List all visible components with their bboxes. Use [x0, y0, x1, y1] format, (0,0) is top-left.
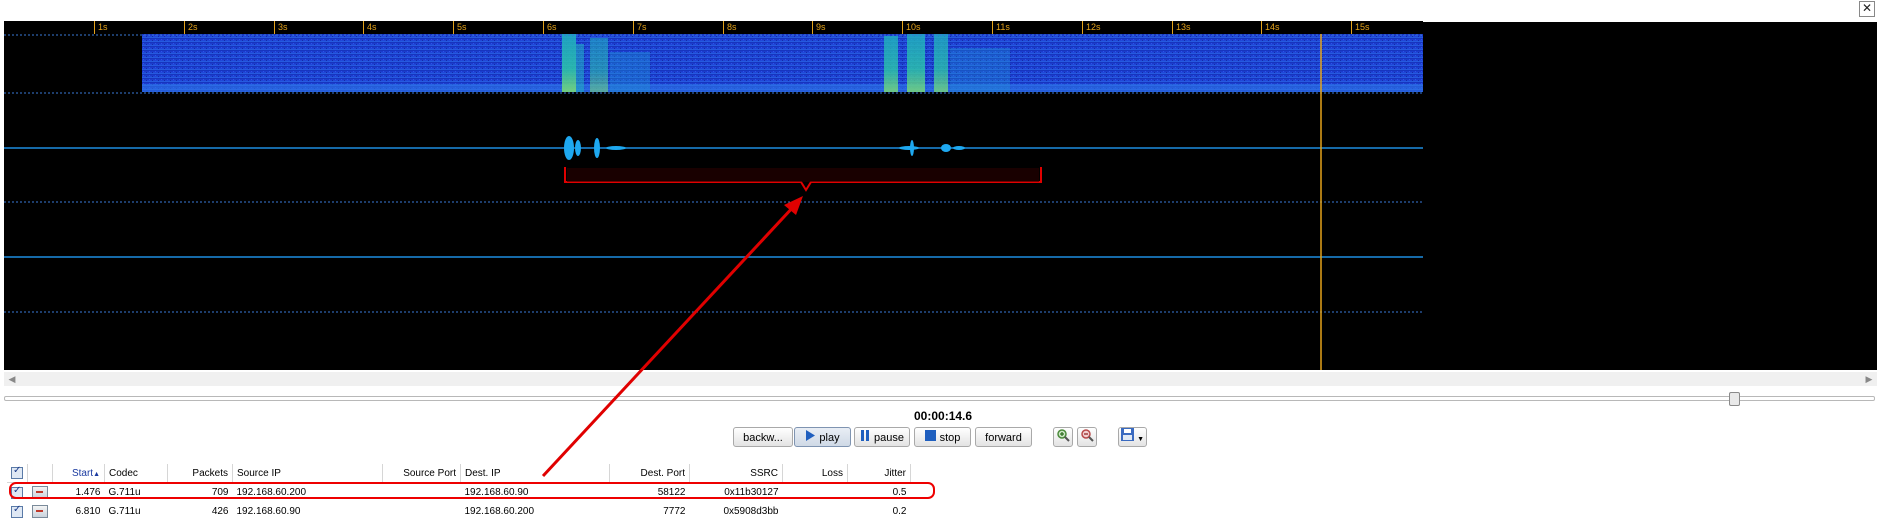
playback-time: 00:00:14.6: [914, 409, 973, 423]
column-header-packets[interactable]: Packets: [167, 464, 233, 483]
ruler-tick: 15s: [1351, 21, 1370, 34]
cell-dest-port: 7772: [663, 506, 686, 517]
column-header-jitter[interactable]: Jitter: [847, 464, 911, 483]
audio-file-icon: [28, 483, 53, 503]
zoom-out-icon: [1080, 429, 1094, 445]
ruler-tick: 7s: [633, 21, 647, 34]
ruler-tick: 14s: [1261, 21, 1280, 34]
position-slider[interactable]: [4, 392, 1875, 406]
stop-icon: [924, 428, 936, 448]
ruler-tick: 6s: [543, 21, 557, 34]
column-header-dest-ip[interactable]: Dest. IP: [460, 464, 610, 483]
ruler-tick: 12s: [1082, 21, 1101, 34]
ruler-tick: 11s: [992, 21, 1010, 34]
cell-source-port: [383, 483, 461, 503]
cell-source-ip: 192.168.60.200: [236, 487, 307, 498]
ruler-tick: 8s: [723, 21, 737, 34]
column-header-source-ip[interactable]: Source IP: [232, 464, 383, 483]
zoom-in-button[interactable]: [1053, 427, 1073, 447]
cell-packets: 709: [211, 487, 229, 498]
play-icon: [805, 428, 816, 448]
cell-jitter: 0.5: [892, 487, 907, 498]
column-header-source-port[interactable]: Source Port: [382, 464, 461, 483]
column-header-ssrc[interactable]: SSRC: [689, 464, 783, 483]
table-row[interactable]: 6.810 G.711u 426 192.168.60.90 192.168.6…: [7, 502, 911, 521]
save-icon: [1121, 428, 1134, 444]
cell-ssrc: 0x11b30127: [724, 487, 779, 498]
ruler-tick: 5s: [453, 21, 467, 34]
cell-loss: [783, 483, 848, 503]
ruler-tick: 10s: [902, 21, 921, 34]
cell-dest-ip: 192.168.60.200: [464, 506, 535, 517]
horizontal-scrollbar[interactable]: ◀ ▶: [4, 372, 1877, 386]
rtp-stream-table: Start▲ Codec Packets Source IP Source Po…: [7, 464, 911, 521]
scroll-right-icon[interactable]: ▶: [1863, 372, 1875, 386]
column-header-codec[interactable]: Codec: [104, 464, 168, 483]
ruler-tick: 4s: [363, 21, 377, 34]
stop-button[interactable]: stop: [914, 427, 971, 447]
cell-source-port: [383, 502, 461, 521]
cell-codec: G.711u: [108, 487, 141, 498]
cell-packets: 426: [211, 506, 229, 517]
scroll-left-icon[interactable]: ◀: [6, 372, 18, 386]
column-header-dest-port[interactable]: Dest. Port: [609, 464, 690, 483]
audio-file-icon: [28, 502, 53, 521]
chevron-down-icon: ▼: [1137, 436, 1144, 443]
ruler-tick: 13s: [1172, 21, 1191, 34]
close-window-button[interactable]: ✕: [1859, 1, 1875, 17]
backward-button[interactable]: backw...: [733, 427, 793, 447]
row-checkbox[interactable]: [7, 502, 28, 521]
table-header-row: Start▲ Codec Packets Source IP Source Po…: [7, 464, 911, 483]
ruler-tick: 1s: [94, 21, 108, 34]
cell-start: 1.476: [75, 487, 101, 498]
save-menu-button[interactable]: ▼: [1118, 427, 1147, 447]
cell-start: 6.810: [75, 506, 101, 517]
cell-dest-ip: 192.168.60.90: [464, 487, 529, 498]
slider-track: [4, 396, 1875, 401]
pause-button[interactable]: pause: [854, 427, 910, 447]
ruler-tick: 2s: [184, 21, 198, 34]
cell-source-ip: 192.168.60.90: [236, 506, 301, 517]
ruler-tick: 9s: [812, 21, 826, 34]
slider-thumb[interactable]: [1729, 392, 1740, 406]
timeline-empty-area: [1423, 22, 1877, 370]
cell-loss: [783, 502, 848, 521]
spectrogram-band: [142, 34, 1423, 92]
column-header-loss[interactable]: Loss: [782, 464, 848, 483]
column-header-start[interactable]: Start▲: [52, 464, 105, 483]
zoom-in-icon: [1056, 429, 1070, 445]
row-checkbox[interactable]: [7, 483, 28, 503]
zoom-out-button[interactable]: [1077, 427, 1097, 447]
cell-dest-port: 58122: [657, 487, 686, 498]
cell-codec: G.711u: [108, 506, 141, 517]
ruler-tick: 3s: [274, 21, 288, 34]
play-button[interactable]: play: [794, 427, 851, 447]
pause-icon: [860, 428, 870, 448]
cell-ssrc: 0x5908d3bb: [723, 506, 779, 517]
forward-button[interactable]: forward: [975, 427, 1032, 447]
time-ruler: 1s 2s 3s 4s 5s 6s 7s 8s 9s 10s 11s 12s 13s 14s 15s: [4, 21, 1423, 34]
select-all-checkbox[interactable]: [7, 464, 28, 483]
cell-jitter: 0.2: [892, 506, 907, 517]
spectrogram-canvas: [4, 22, 1423, 370]
table-row[interactable]: 1.476 G.711u 709 192.168.60.200 192.168.…: [7, 483, 911, 503]
icon-column-header: [27, 464, 53, 483]
timeline-view: [4, 22, 1423, 370]
sort-asc-icon: ▲: [93, 470, 100, 478]
